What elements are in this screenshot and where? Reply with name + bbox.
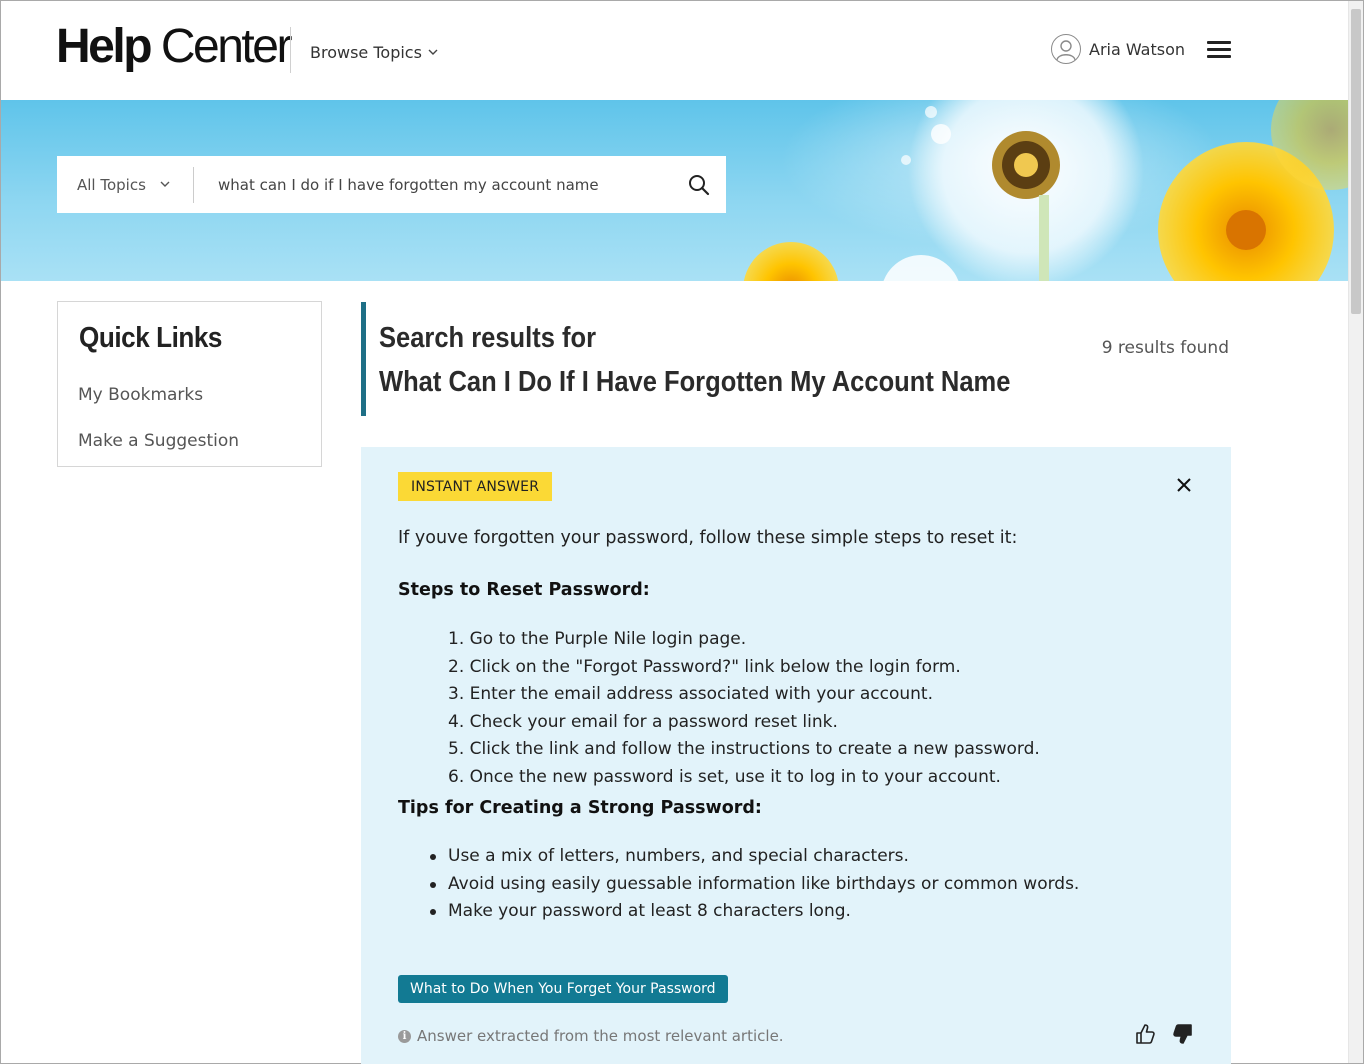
topics-select-label: All Topics — [77, 175, 146, 194]
browse-topics-label: Browse Topics — [310, 43, 422, 62]
steps-heading: Steps to Reset Password: — [398, 580, 650, 600]
user-menu[interactable]: Aria Watson — [1051, 34, 1185, 64]
instant-answer-badge: INSTANT ANSWER — [398, 472, 553, 501]
password-tips-list: Use a mix of letters, numbers, and speci… — [429, 843, 1079, 926]
search-results-header: Search results for What Can I Do If I Ha… — [361, 302, 1231, 416]
quick-links-panel: Quick Links My Bookmarks Make a Suggesti… — [57, 301, 322, 467]
chevron-down-icon — [160, 181, 170, 187]
results-count: 9 results found — [1101, 338, 1229, 358]
list-item: 3. Enter the email address associated wi… — [448, 684, 934, 704]
search-icon — [689, 174, 710, 195]
instant-answer-card: INSTANT ANSWER If youve forgotten your p… — [361, 447, 1231, 1064]
topics-select[interactable]: All Topics — [57, 156, 193, 213]
search-input[interactable] — [194, 156, 672, 213]
close-icon[interactable] — [1173, 474, 1195, 496]
thumbs-up-icon[interactable] — [1134, 1023, 1158, 1047]
make-suggestion-link[interactable]: Make a Suggestion — [78, 431, 239, 451]
tips-heading: Tips for Creating a Strong Password: — [398, 798, 762, 818]
logo-bold-text: Help — [56, 20, 153, 73]
answer-intro: If youve forgotten your password, follow… — [398, 528, 1018, 548]
user-avatar-icon — [1051, 34, 1081, 64]
hamburger-menu-icon[interactable] — [1207, 41, 1231, 59]
results-title-line1: Search results for — [379, 322, 597, 354]
article-link-button[interactable]: What to Do When You Forget Your Password — [398, 975, 728, 1003]
list-item: 6. Once the new password is set, use it … — [448, 766, 1001, 787]
answer-footnote: i Answer extracted from the most relevan… — [398, 1027, 784, 1045]
help-center-logo[interactable]: Help Center — [56, 20, 293, 73]
list-item: 1. Go to the Purple Nile login page. — [448, 629, 747, 649]
user-name: Aria Watson — [1089, 39, 1185, 59]
list-item: 2. Click on the "Forgot Password?" link … — [448, 656, 961, 677]
list-item: Make your password at least 8 characters… — [429, 898, 1079, 926]
scrollbar-thumb[interactable] — [1351, 9, 1361, 314]
my-bookmarks-link[interactable]: My Bookmarks — [78, 385, 203, 405]
chevron-down-icon — [428, 49, 438, 55]
reset-steps-list: 1. Go to the Purple Nile login page. 2. … — [448, 626, 1040, 791]
hero-banner: All Topics — [1, 100, 1348, 281]
page-scrollbar[interactable] — [1348, 1, 1363, 1063]
quick-links-title: Quick Links — [79, 322, 223, 354]
search-button[interactable] — [672, 156, 726, 213]
logo-light-text — [150, 20, 161, 73]
results-query-title: What Can I Do If I Have Forgotten My Acc… — [379, 366, 1011, 398]
footnote-text: Answer extracted from the most relevant … — [417, 1027, 784, 1045]
header-divider — [290, 27, 291, 73]
list-item: Use a mix of letters, numbers, and speci… — [429, 843, 1079, 871]
list-item: Avoid using easily guessable information… — [429, 871, 1079, 899]
thumbs-down-icon[interactable] — [1172, 1023, 1196, 1047]
info-icon: i — [398, 1029, 411, 1043]
list-item: 4. Check your email for a password reset… — [448, 711, 838, 732]
logo-light-text-2: Center — [160, 20, 293, 73]
browse-topics-dropdown[interactable]: Browse Topics — [310, 43, 438, 62]
site-header: Help Center Browse Topics Aria Watson — [1, 1, 1348, 100]
search-bar: All Topics — [57, 156, 726, 213]
list-item: 5. Click the link and follow the instruc… — [448, 739, 1040, 759]
